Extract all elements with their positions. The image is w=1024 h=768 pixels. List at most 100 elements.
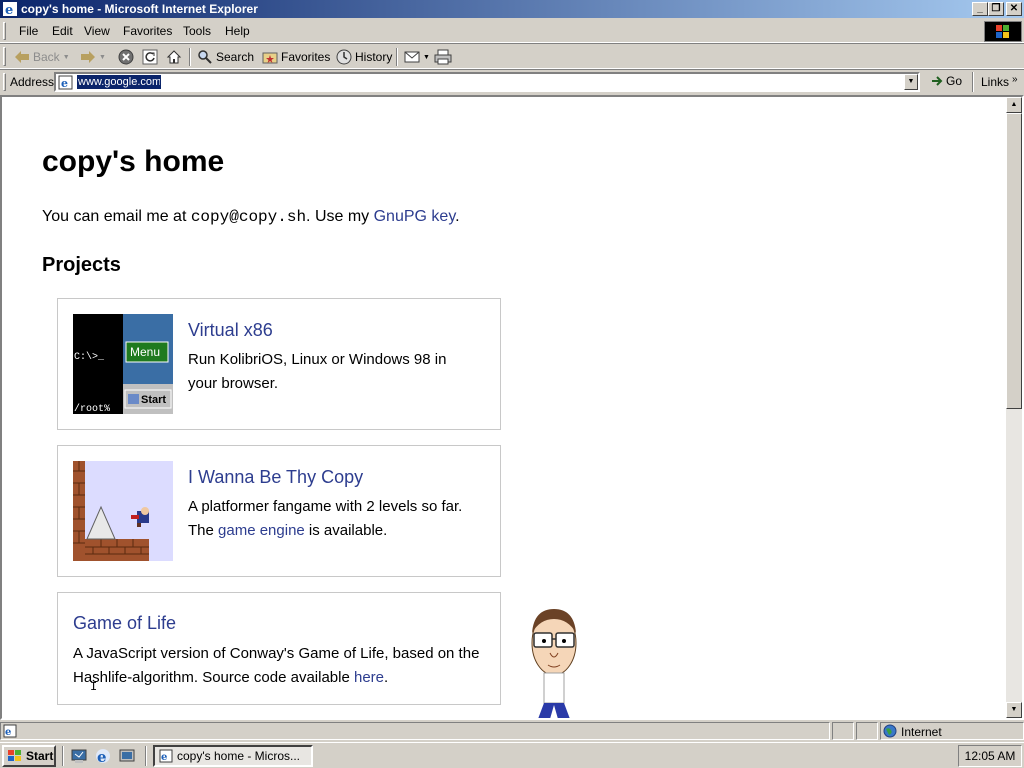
desc-suffix: . [384, 669, 389, 686]
menu-bar: File Edit View Favorites Tools Help [0, 19, 1024, 43]
print-icon[interactable] [434, 49, 452, 65]
forward-button[interactable]: ▼ [80, 48, 106, 66]
history-clock-icon [336, 49, 352, 65]
address-field[interactable]: e ▼ [54, 72, 920, 92]
mail-dropdown-icon[interactable]: ▼ [423, 54, 430, 61]
favorites-button[interactable]: Favorites [262, 48, 330, 66]
intro-text: You can email me at copy@copy.sh. Use my… [42, 208, 460, 226]
toolbar-separator [396, 48, 398, 66]
minimize-button[interactable]: _ [972, 2, 988, 16]
go-arrow-icon [932, 76, 943, 86]
quicklaunch-separator [62, 746, 64, 766]
back-label: Back [33, 50, 60, 64]
menu-tools[interactable]: Tools [183, 24, 211, 38]
toolbar-separator [189, 48, 191, 66]
go-button[interactable]: Go [930, 74, 962, 88]
svg-text:e: e [61, 77, 68, 90]
standard-toolbar: Back ▼ ▼ Search Favorites History ▼ [0, 43, 1024, 69]
status-page-icon: e [3, 724, 17, 738]
start-button[interactable]: Start [2, 745, 56, 767]
address-bar: Address e ▼ Go Links » [0, 69, 1024, 93]
page-title: copy's home [42, 145, 225, 178]
forward-dropdown-icon[interactable]: ▼ [99, 54, 106, 61]
windows-logo-icon [984, 21, 1022, 42]
channels-icon[interactable] [119, 748, 135, 764]
address-label: Address [10, 75, 55, 89]
status-bar: e Internet [0, 720, 1024, 742]
address-dropdown-icon[interactable]: ▼ [904, 74, 918, 90]
home-icon[interactable] [166, 49, 182, 65]
intro-suffix: . [455, 208, 460, 225]
svg-text:e: e [5, 727, 11, 738]
taskbar-ie-window-button[interactable]: e copy's home - Micros... [153, 745, 313, 767]
thumb-prompt-text: C:\>_ [74, 351, 105, 363]
toolbar-grip[interactable] [3, 47, 6, 66]
status-cell [832, 722, 854, 740]
menu-favorites[interactable]: Favorites [123, 24, 172, 38]
svg-text:e: e [5, 3, 13, 16]
menubar-grip[interactable] [3, 22, 6, 40]
vertical-scrollbar[interactable]: ▲ ▼ [1006, 97, 1022, 718]
scroll-up-icon[interactable]: ▲ [1006, 97, 1022, 113]
gnupg-key-link[interactable]: GnuPG key [374, 208, 456, 225]
windows-flag-icon [8, 750, 21, 761]
addressbar-grip[interactable] [3, 73, 6, 91]
projects-heading: Projects [42, 254, 121, 276]
desc-suffix: is available. [304, 522, 388, 539]
thumb-menu-text: Menu [130, 345, 160, 359]
project-card-game-of-life[interactable]: Game of Life A JavaScript version of Con… [57, 592, 501, 705]
email-address: copy@copy.sh [190, 208, 307, 226]
links-chevron-icon[interactable]: » [1012, 74, 1018, 85]
thumb-root-text: /root% [74, 403, 110, 414]
i-wanna-be-thy-copy-thumbnail[interactable] [73, 461, 173, 561]
back-dropdown-icon[interactable]: ▼ [63, 54, 70, 61]
refresh-icon[interactable] [142, 49, 158, 65]
virtual-x86-title[interactable]: Virtual x86 [188, 320, 273, 341]
search-label: Search [216, 50, 255, 64]
back-button[interactable]: Back ▼ [14, 48, 70, 66]
favorites-folder-icon [262, 52, 278, 64]
history-button[interactable]: History [336, 48, 392, 66]
zone-label: Internet [901, 725, 942, 739]
taskbar: Start e e copy's home - Micros... 12:05 … [0, 742, 1024, 768]
status-cell [856, 722, 878, 740]
search-icon [198, 50, 212, 64]
intro-middle: . Use my [306, 208, 374, 225]
desc-prefix: A JavaScript version of Conway's Game of… [73, 645, 480, 686]
close-button[interactable]: ✕ [1006, 2, 1022, 16]
page-viewport: copy's home You can email me at copy@cop… [0, 95, 1024, 720]
address-input[interactable] [77, 75, 161, 89]
mail-button[interactable]: ▼ [404, 48, 430, 66]
internet-explorer-launch-icon[interactable]: e [95, 748, 111, 764]
source-code-here-link[interactable]: here [354, 669, 384, 686]
mail-icon [404, 51, 420, 63]
scroll-down-icon[interactable]: ▼ [1006, 702, 1022, 718]
menu-edit[interactable]: Edit [52, 24, 73, 38]
i-wanna-be-thy-copy-description: A platformer fangame with 2 levels so fa… [188, 495, 488, 543]
search-button[interactable]: Search [197, 48, 254, 66]
project-card-virtual-x86[interactable]: Menu C:\>_ /root% Start Virtual x86 Run … [57, 298, 501, 430]
project-card-i-wanna-be-thy-copy[interactable]: I Wanna Be Thy Copy A platformer fangame… [57, 445, 501, 577]
task-label: copy's home - Micros... [177, 749, 300, 763]
svg-text:e: e [161, 752, 167, 763]
animated-character-agent[interactable] [524, 605, 582, 720]
favorites-label: Favorites [281, 50, 331, 64]
restore-button[interactable]: ❐ [988, 2, 1004, 16]
system-tray-clock[interactable]: 12:05 AM [958, 745, 1022, 767]
scrollbar-thumb[interactable] [1006, 113, 1022, 409]
links-separator [972, 72, 974, 92]
menu-view[interactable]: View [84, 24, 110, 38]
thumb-start-text: Start [141, 394, 166, 406]
i-wanna-be-thy-copy-title[interactable]: I Wanna Be Thy Copy [188, 467, 363, 488]
stop-icon[interactable] [118, 49, 134, 65]
game-engine-link[interactable]: game engine [218, 522, 305, 539]
links-button[interactable]: Links [981, 75, 1009, 89]
forward-arrow-icon [81, 51, 95, 63]
virtual-x86-thumbnail[interactable]: Menu C:\>_ /root% Start [73, 314, 173, 414]
game-of-life-title[interactable]: Game of Life [73, 613, 176, 634]
title-bar[interactable]: e copy's home - Microsoft Internet Explo… [0, 0, 1024, 18]
menu-file[interactable]: File [19, 24, 38, 38]
menu-help[interactable]: Help [225, 24, 250, 38]
show-desktop-icon[interactable] [71, 748, 87, 764]
go-label: Go [946, 74, 963, 88]
